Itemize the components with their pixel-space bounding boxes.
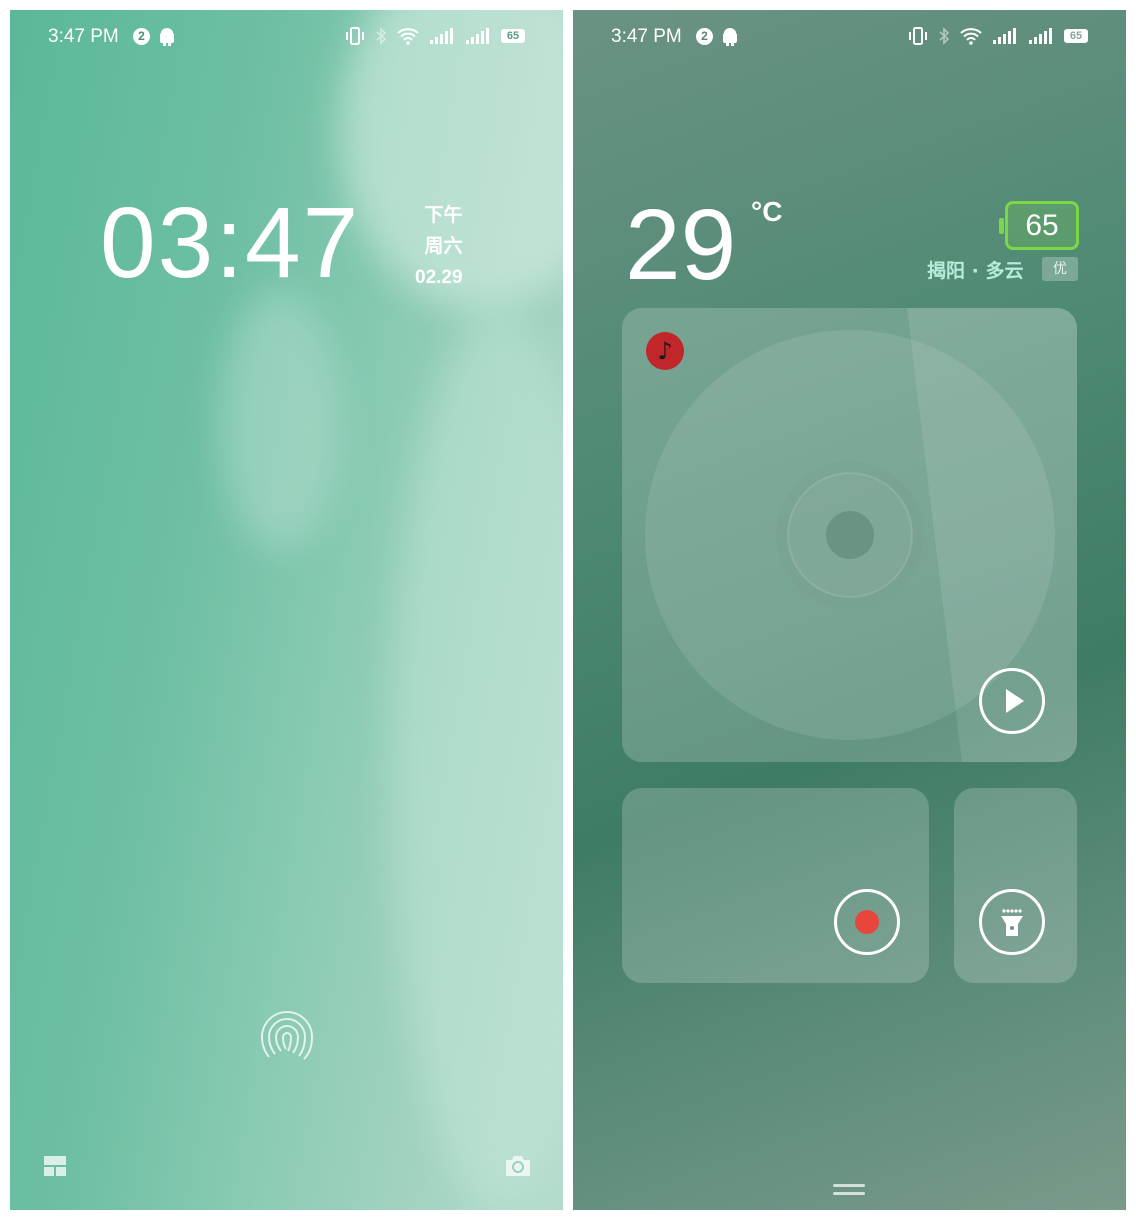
location-weather[interactable]: 揭阳 · 多云 <box>927 256 1023 283</box>
flashlight-card[interactable] <box>954 788 1077 983</box>
status-icons: 65 <box>345 27 525 45</box>
vibrate-icon <box>909 27 927 45</box>
status-icons: 65 <box>908 27 1088 45</box>
record-button[interactable] <box>834 889 900 955</box>
android-icon <box>721 27 739 52</box>
flashlight-button[interactable] <box>979 889 1045 955</box>
recorder-card[interactable] <box>622 788 929 983</box>
widgets-icon[interactable] <box>43 1155 67 1177</box>
wallpaper-foam <box>390 310 563 1210</box>
status-bar: 3:47 PM 2 65 <box>573 24 1126 54</box>
music-card[interactable]: ♪ <box>622 308 1077 762</box>
bluetooth-icon <box>376 27 387 45</box>
status-time: 3:47 PM <box>48 26 119 47</box>
fingerprint-icon[interactable] <box>254 1004 320 1070</box>
android-icon <box>158 27 176 52</box>
status-time: 3:47 PM <box>611 26 682 47</box>
wallpaper-foam <box>220 290 340 550</box>
bluetooth-icon <box>939 27 950 45</box>
music-note-icon: ♪ <box>646 332 684 370</box>
signal-2-icon <box>466 28 489 44</box>
temperature-value: 29 <box>625 189 737 301</box>
flashlight-icon <box>1001 909 1023 936</box>
weekday-label: 周六 <box>424 235 463 257</box>
period-label: 下午 <box>424 204 463 226</box>
signal-2-icon <box>1029 28 1052 44</box>
signal-1-icon <box>993 28 1016 44</box>
camera-icon[interactable] <box>504 1154 532 1178</box>
signal-1-icon <box>430 28 453 44</box>
play-icon <box>1006 689 1024 713</box>
temperature-unit: °C <box>751 196 783 227</box>
battery-icon: 65 <box>1064 29 1088 43</box>
lock-date-block: 下午 周六 02.29 <box>415 200 463 293</box>
notification-badge: 2 <box>133 28 150 45</box>
play-button[interactable] <box>979 668 1045 734</box>
drawer-handle[interactable] <box>833 1184 865 1200</box>
lock-clock: 03:47 <box>100 187 361 299</box>
lock-screen: 3:47 PM 2 65 03:47 下午 周六 02.29 <box>10 10 563 1210</box>
notification-badge: 2 <box>696 28 713 45</box>
battery-widget: 65 <box>999 201 1079 250</box>
wifi-icon <box>397 28 419 45</box>
status-bar: 3:47 PM 2 65 <box>10 24 563 54</box>
vibrate-icon <box>346 27 364 45</box>
wifi-icon <box>960 28 982 45</box>
air-quality-badge: 优 <box>1042 257 1078 281</box>
widget-screen: 3:47 PM 2 65 29 °C 65 揭阳 · 多云 优 ♪ <box>573 10 1126 1210</box>
record-icon <box>855 910 879 934</box>
date-label: 02.29 <box>415 267 463 288</box>
battery-icon: 65 <box>501 29 525 43</box>
